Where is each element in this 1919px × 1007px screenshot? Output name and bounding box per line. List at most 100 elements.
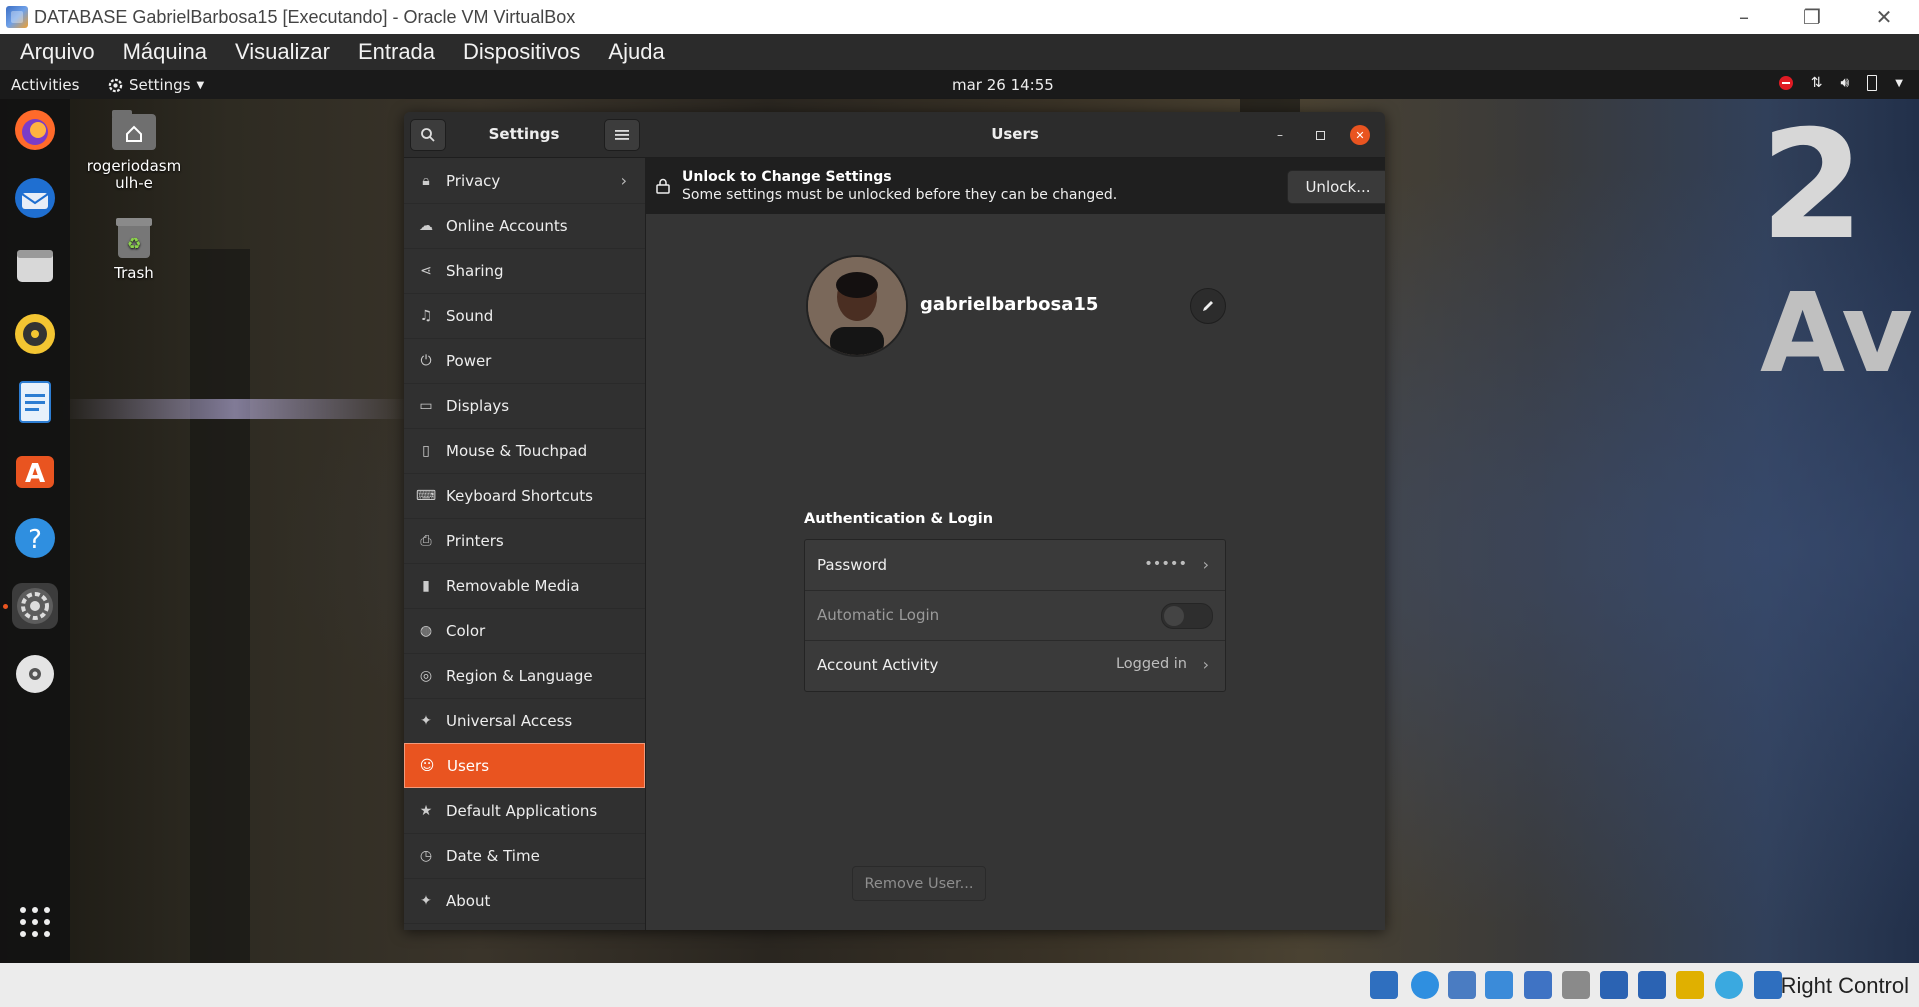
window-maximize-button[interactable] [1310, 125, 1330, 145]
sidebar-item-keyboard-shortcuts[interactable]: ⌨ Keyboard Shortcuts [404, 473, 645, 519]
battery-icon [1867, 75, 1878, 91]
sidebar-item-universal-access[interactable]: ✦ Universal Access [404, 698, 645, 744]
settings-launcher[interactable] [12, 583, 58, 629]
infobar-title: Unlock to Change Settings [682, 169, 892, 185]
writer-launcher[interactable] [12, 379, 58, 425]
system-tray[interactable]: ⇅ 🔊︎ ▼ [1778, 75, 1903, 91]
virtualization-status-icon[interactable] [1676, 971, 1704, 999]
wallpaper-light [60, 399, 410, 419]
sidebar-item-online-accounts[interactable]: ☁ Online Accounts [404, 203, 645, 249]
host-titlebar: DATABASE GabrielBarbosa15 [Executando] -… [0, 0, 1919, 34]
help-icon: ? [15, 518, 55, 558]
keyboard-icon: ⌨ [415, 487, 437, 504]
hamburger-icon [615, 130, 629, 140]
printer-icon: ⎙ [420, 532, 432, 549]
sidebar-item-privacy[interactable]: 🔒︎ Privacy › [404, 158, 645, 204]
trash-icon: ♻ [116, 218, 152, 258]
sidebar-item-users[interactable]: ☺ Users [404, 743, 645, 788]
menu-visualizar[interactable]: Visualizar [235, 39, 330, 65]
sidebar-item-label: Mouse & Touchpad [446, 441, 588, 460]
desktop-home-folder[interactable]: rogeriodasmulh-e [84, 108, 184, 192]
display-status-icon[interactable] [1600, 971, 1628, 999]
svg-text:?: ? [28, 525, 42, 555]
help-launcher[interactable]: ? [12, 515, 58, 561]
sidebar-item-label: Date & Time [446, 846, 540, 865]
menu-entrada[interactable]: Entrada [358, 39, 435, 65]
power-icon: ⏻ [420, 352, 432, 369]
ubuntu-dock: A ? [0, 99, 70, 963]
svg-text:A: A [25, 459, 45, 489]
sidebar-item-color[interactable]: ◍ Color [404, 608, 645, 654]
shared-folders-status-icon[interactable] [1562, 971, 1590, 999]
menu-ajuda[interactable]: Ajuda [608, 39, 664, 65]
sidebar-item-default-applications[interactable]: ★ Default Applications [404, 788, 645, 834]
autologin-toggle[interactable] [1161, 603, 1213, 629]
sidebar-item-about[interactable]: ✦ About [404, 878, 645, 924]
audio-status-icon[interactable] [1448, 971, 1476, 999]
clock[interactable]: mar 26 14:55 [952, 76, 1054, 94]
auth-section-heading: Authentication & Login [804, 511, 994, 527]
sidebar-item-label: Sound [446, 306, 494, 325]
optical-drive-status-icon[interactable] [1411, 971, 1439, 999]
auth-list: Password ••••• › Automatic Login Account… [804, 539, 1226, 692]
remove-user-label: Remove User... [864, 875, 974, 892]
network-status-icon[interactable] [1485, 971, 1513, 999]
edit-username-button[interactable] [1190, 288, 1226, 324]
do-not-disturb-icon [1778, 76, 1793, 90]
host-window-title: DATABASE GabrielBarbosa15 [Executando] -… [34, 6, 576, 27]
thunderbird-icon [15, 178, 55, 218]
rhythmbox-launcher[interactable] [12, 311, 58, 357]
avatar[interactable] [806, 255, 908, 357]
hamburger-menu-button[interactable] [604, 119, 640, 151]
vbox-menubar: Arquivo Máquina Visualizar Entrada Dispo… [0, 34, 1919, 70]
files-launcher[interactable] [12, 243, 58, 289]
disc-launcher[interactable] [12, 651, 58, 697]
sidebar-item-sound[interactable]: ♫ Sound [404, 293, 645, 339]
restore-button[interactable]: ❐ [1778, 0, 1846, 34]
menu-dispositivos[interactable]: Dispositivos [463, 39, 580, 65]
firefox-launcher[interactable] [12, 107, 58, 153]
mouse-integration-status-icon[interactable] [1715, 971, 1743, 999]
unlock-infobar: Unlock to Change Settings Some settings … [646, 158, 1385, 214]
menu-maquina[interactable]: Máquina [123, 39, 207, 65]
lock-icon [656, 178, 670, 194]
chevron-right-icon: › [1202, 555, 1209, 574]
activities-button[interactable]: Activities [11, 76, 79, 94]
minimize-button[interactable]: – [1710, 0, 1778, 34]
sidebar-item-sharing[interactable]: ⋖ Sharing [404, 248, 645, 294]
libreoffice-writer-icon [19, 381, 51, 423]
remove-user-button[interactable]: Remove User... [852, 866, 986, 901]
sidebar-item-label: Sharing [446, 261, 504, 280]
gnome-topbar: Activities Settings ▼ mar 26 14:55 ⇅ 🔊︎ … [0, 70, 1919, 99]
thunderbird-launcher[interactable] [12, 175, 58, 221]
recording-status-icon[interactable] [1638, 971, 1666, 999]
maximize-icon [1315, 130, 1325, 140]
sidebar-item-displays[interactable]: ▭ Displays [404, 383, 645, 429]
sidebar-item-printers[interactable]: ⎙ Printers [404, 518, 645, 564]
window-close-button[interactable]: ✕ [1350, 125, 1370, 145]
infobar-message: Some settings must be unlocked before th… [682, 187, 1118, 203]
sidebar-item-removable-media[interactable]: ▮ Removable Media [404, 563, 645, 609]
software-launcher[interactable]: A [12, 447, 58, 493]
usb-status-icon[interactable] [1524, 971, 1552, 999]
sidebar-item-label: Region & Language [446, 666, 593, 685]
app-menu-button[interactable]: Settings ▼ [108, 76, 204, 94]
window-minimize-button[interactable]: – [1270, 125, 1290, 145]
hard-disk-status-icon[interactable] [1370, 971, 1398, 999]
close-button[interactable]: ✕ [1850, 0, 1918, 34]
password-row[interactable]: Password ••••• › [805, 540, 1225, 591]
sidebar-item-region-language[interactable]: ◎ Region & Language [404, 653, 645, 699]
mouse-icon: ▯ [422, 442, 430, 459]
virtualbox-logo-icon [6, 6, 28, 28]
account-activity-row[interactable]: Account Activity Logged in › [805, 640, 1225, 690]
menu-arquivo[interactable]: Arquivo [20, 39, 95, 65]
show-applications-button[interactable] [12, 899, 58, 945]
sparkle-icon: ✦ [420, 892, 432, 909]
sidebar-item-power[interactable]: ⏻ Power [404, 338, 645, 384]
unlock-button[interactable]: Unlock... [1287, 170, 1385, 204]
keyboard-capture-status-icon[interactable] [1754, 971, 1782, 999]
desktop-trash[interactable]: ♻ Trash [84, 216, 184, 282]
media-icon: ▮ [422, 577, 430, 594]
sidebar-item-mouse-touchpad[interactable]: ▯ Mouse & Touchpad [404, 428, 645, 474]
sidebar-item-date-time[interactable]: ◷ Date & Time [404, 833, 645, 879]
